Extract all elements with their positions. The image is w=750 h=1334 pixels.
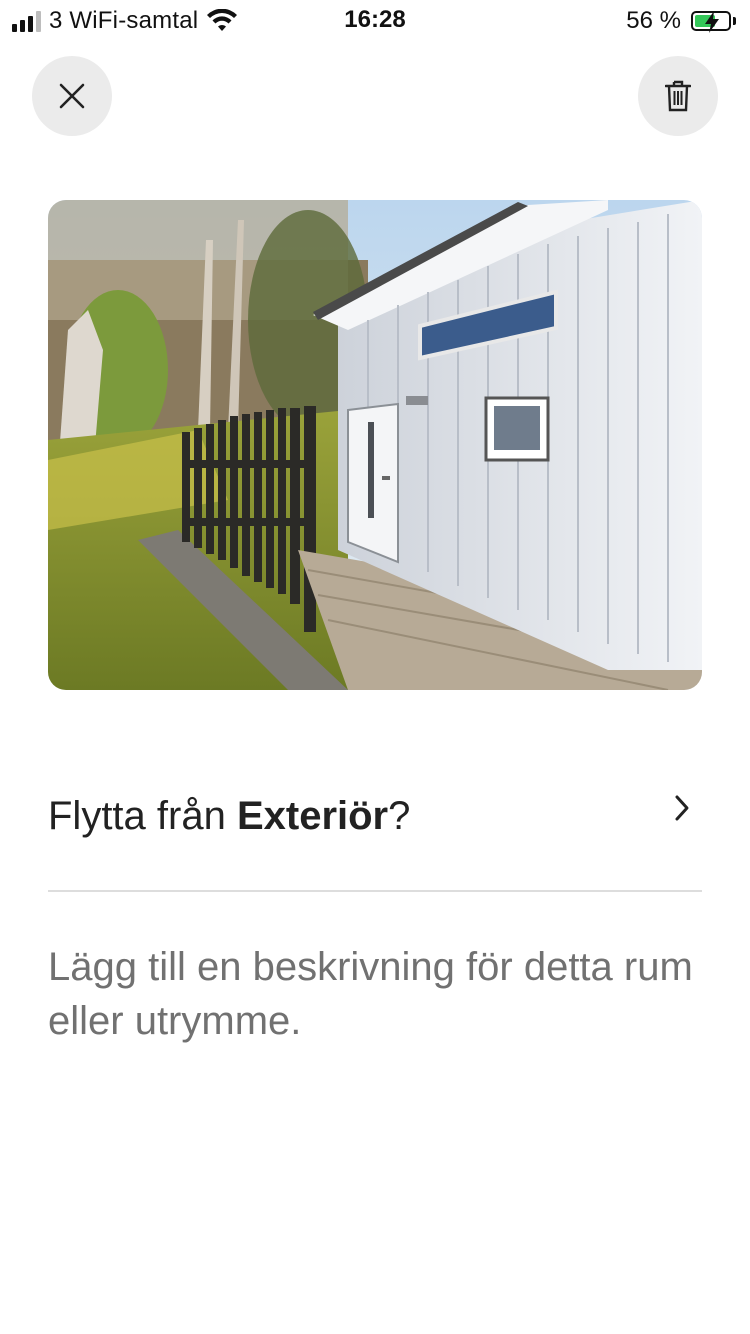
description-input[interactable]: Lägg till en beskrivning för detta rum e… bbox=[48, 940, 708, 1048]
move-prefix: Flytta från bbox=[48, 794, 237, 838]
room-photo[interactable] bbox=[48, 200, 702, 690]
battery-cap bbox=[733, 17, 736, 25]
move-room-label: Flytta från Exteriör? bbox=[48, 792, 410, 840]
divider bbox=[48, 890, 702, 892]
house-exterior-image bbox=[48, 200, 702, 690]
room-name: Exteriör bbox=[236, 794, 389, 838]
battery-percent: 56 % bbox=[626, 7, 681, 34]
move-room-row[interactable]: Flytta från Exteriör? bbox=[48, 778, 702, 854]
delete-button[interactable] bbox=[638, 56, 718, 136]
status-bar: 3 WiFi-samtal 16:28 56 % bbox=[0, 0, 750, 42]
close-button[interactable] bbox=[32, 56, 112, 136]
battery-charging-icon bbox=[691, 11, 731, 33]
move-suffix: ? bbox=[388, 794, 411, 838]
chevron-right-icon bbox=[675, 795, 689, 821]
status-right: 56 % bbox=[626, 6, 736, 36]
close-icon bbox=[59, 83, 85, 109]
trash-icon bbox=[665, 80, 691, 112]
